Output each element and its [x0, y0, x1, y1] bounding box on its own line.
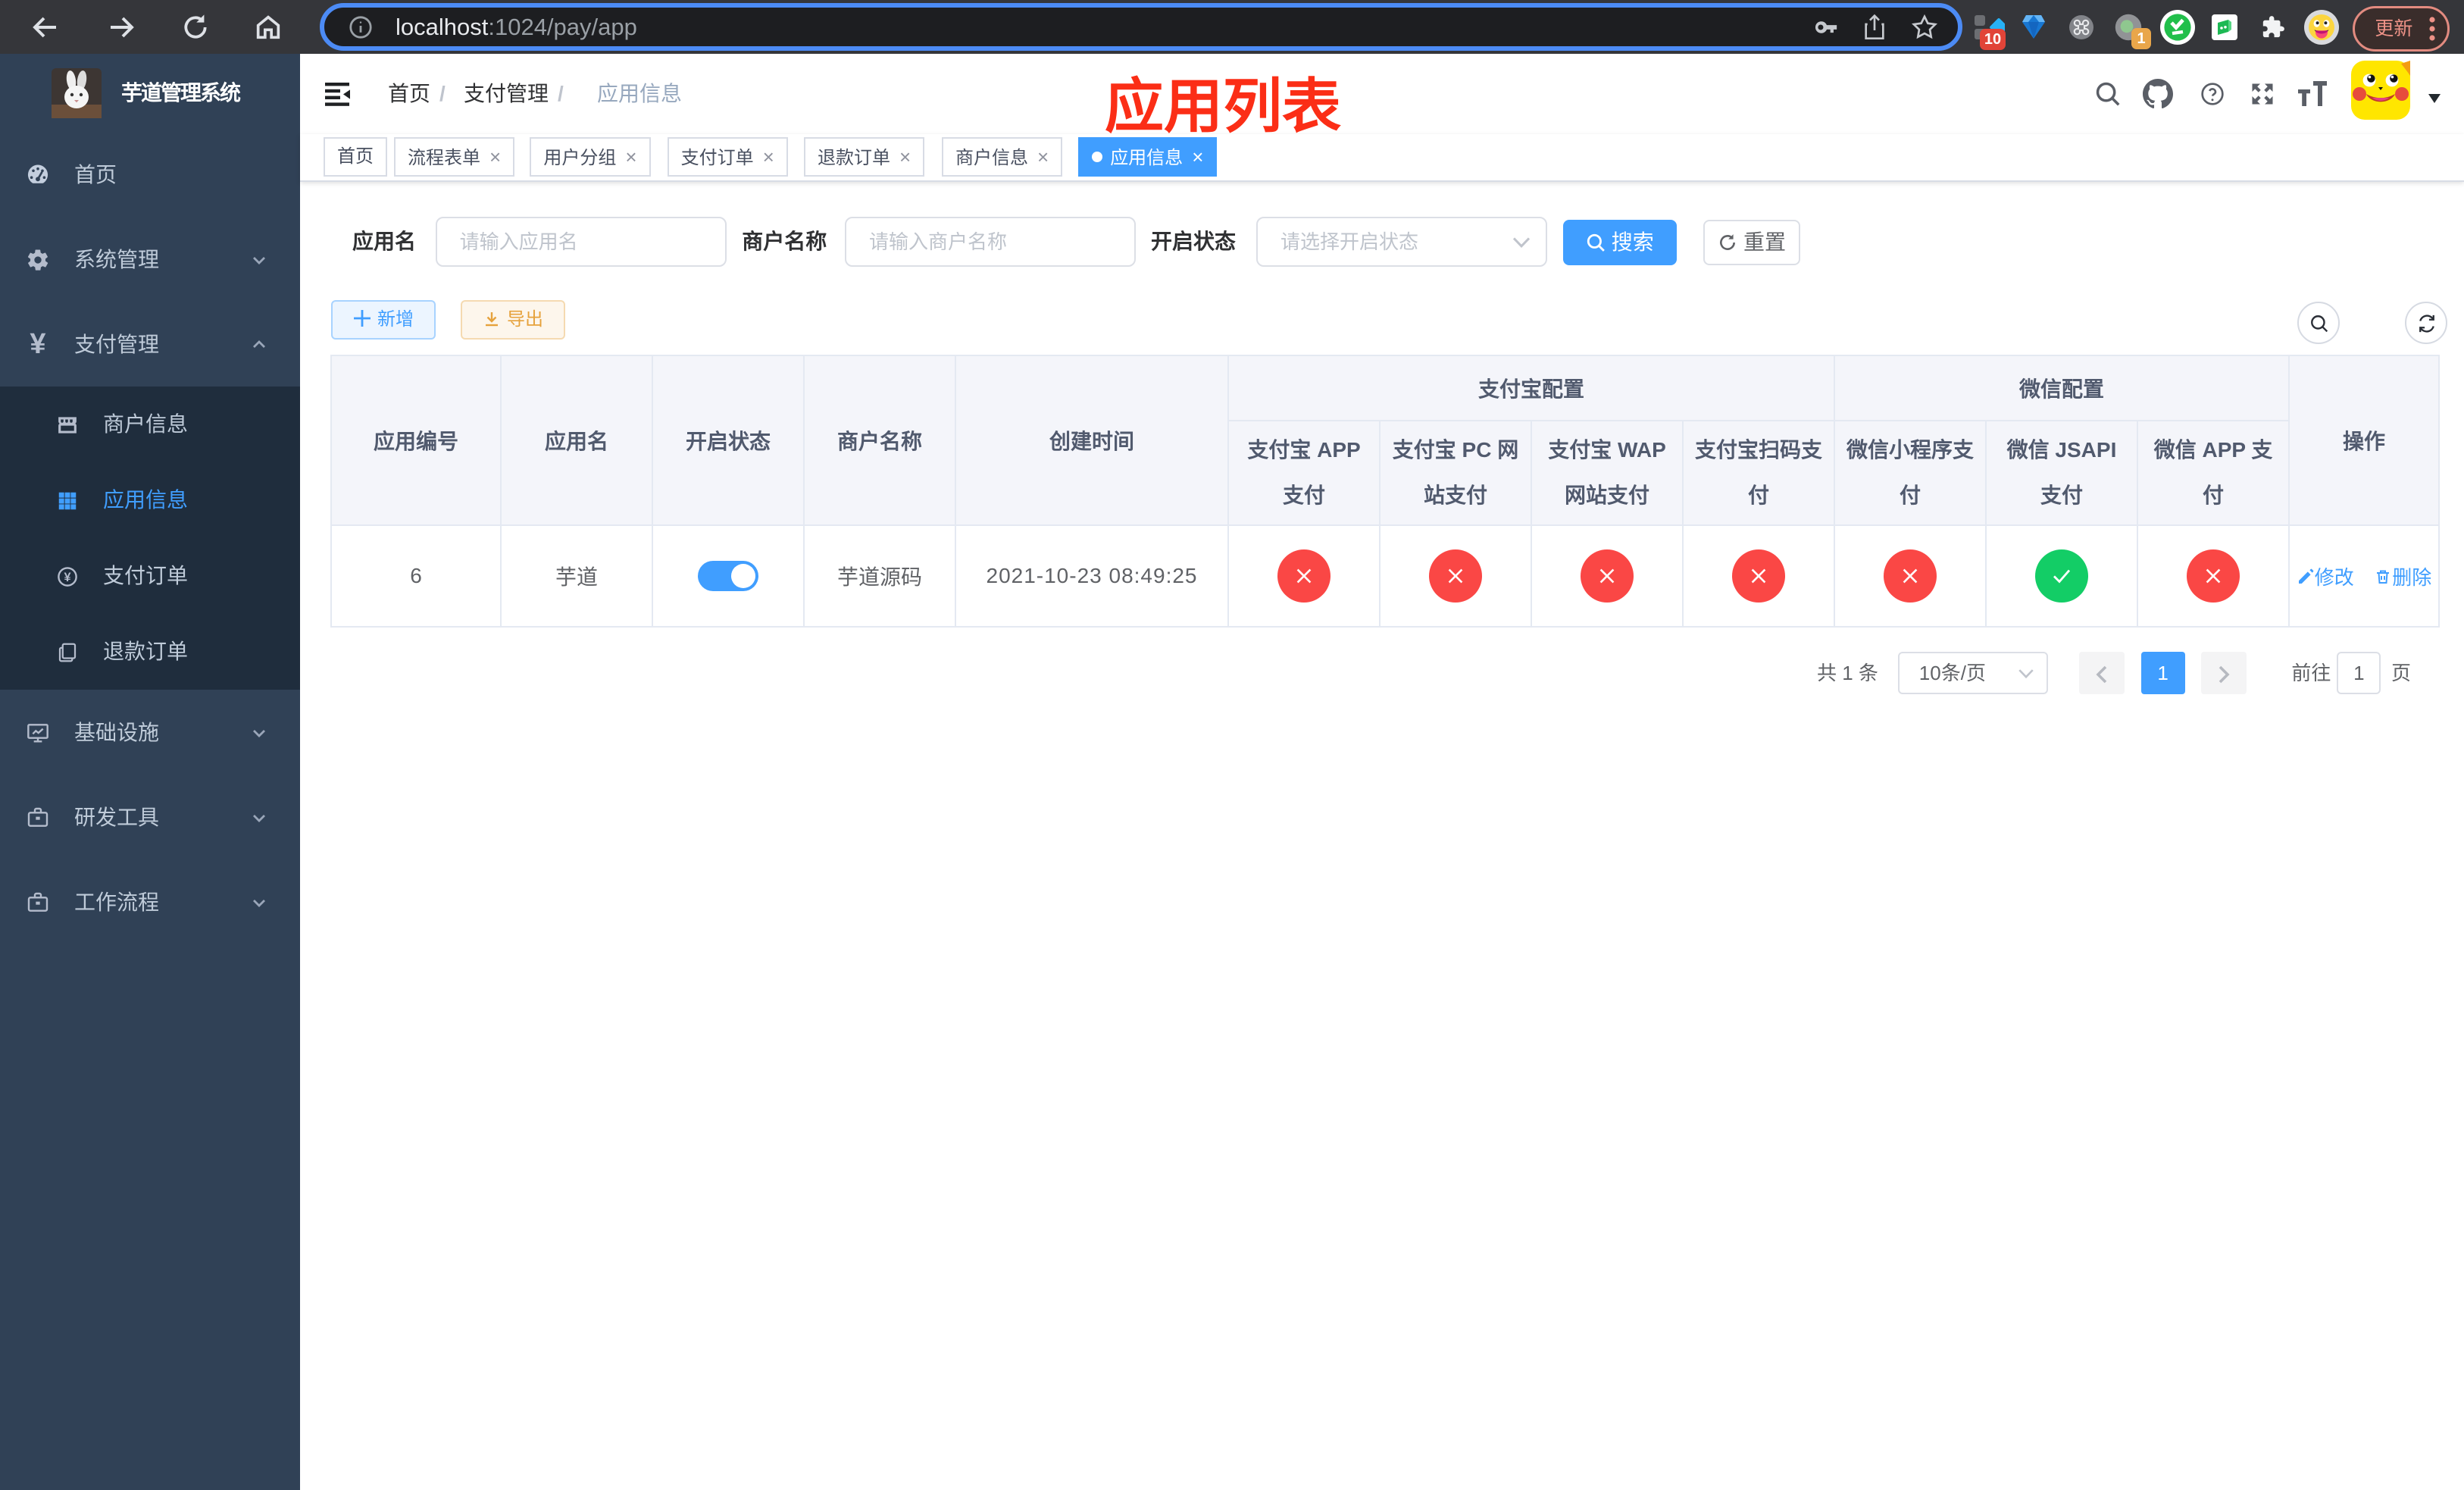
svg-text:¥: ¥	[64, 571, 70, 584]
